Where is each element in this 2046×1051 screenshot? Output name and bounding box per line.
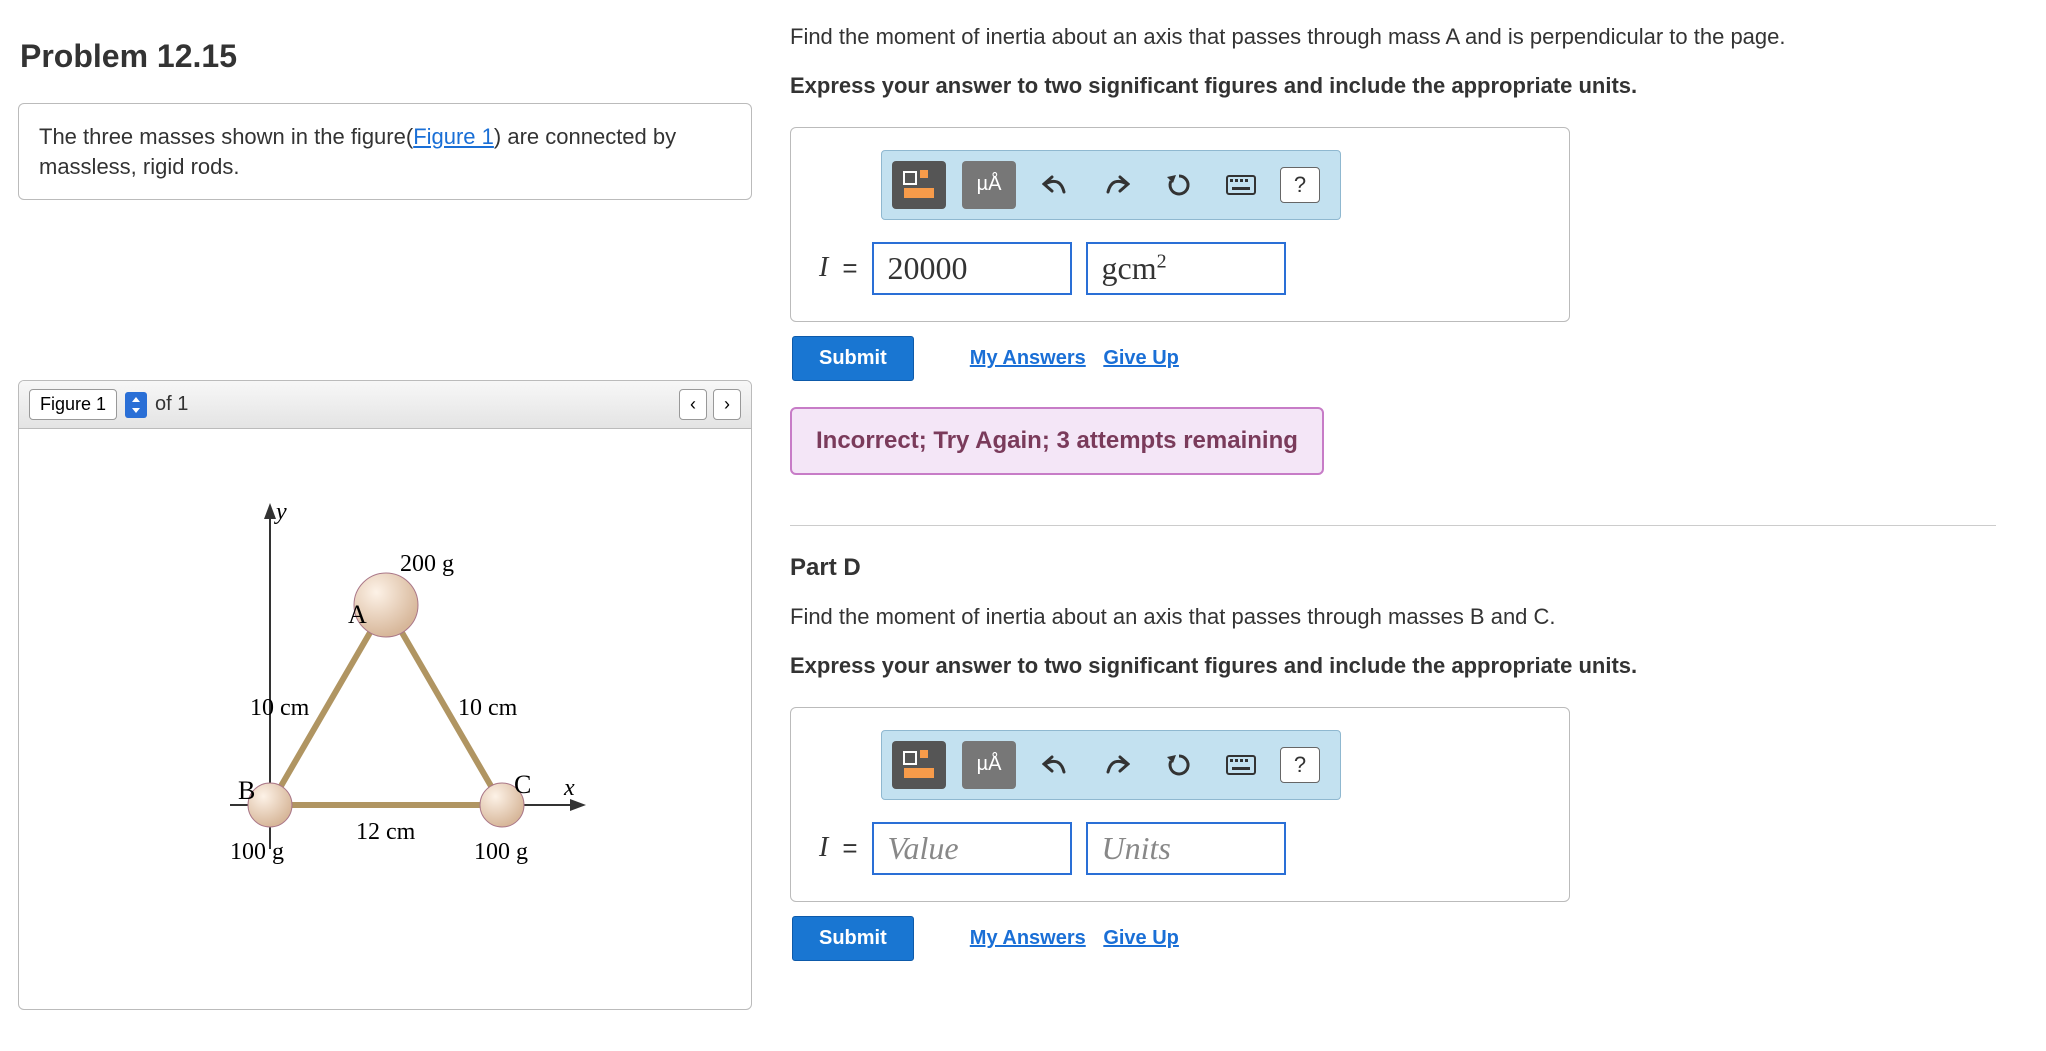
axis-x-label: x bbox=[563, 775, 575, 801]
label-lenAB: 10 cm bbox=[250, 695, 310, 721]
figure-next-button[interactable]: › bbox=[713, 389, 741, 420]
partC-answer-box: µÅ ? I = 20000 gcm2 bbox=[790, 127, 1570, 322]
figure-link[interactable]: Figure 1 bbox=[413, 124, 494, 149]
figure-header: Figure 1 of 1 ‹ › bbox=[19, 381, 751, 429]
equals-label: = bbox=[842, 253, 857, 284]
feedback-message: Incorrect; Try Again; 3 attempts remaini… bbox=[790, 407, 1324, 475]
units-picker-icon[interactable]: µÅ bbox=[962, 161, 1016, 209]
my-answers-link[interactable]: My Answers bbox=[970, 347, 1086, 369]
label-lenAC: 10 cm bbox=[458, 695, 518, 721]
figure-prev-button[interactable]: ‹ bbox=[679, 389, 707, 420]
partC-links: My Answers Give Up bbox=[964, 347, 1185, 370]
equals-label: = bbox=[842, 833, 857, 864]
partD-instruction: Express your answer to two significant f… bbox=[790, 653, 1996, 679]
redo-icon[interactable] bbox=[1094, 163, 1140, 207]
give-up-link[interactable]: Give Up bbox=[1103, 347, 1179, 369]
label-B: B bbox=[238, 776, 255, 805]
label-massC: 100 g bbox=[474, 839, 528, 865]
reset-icon[interactable] bbox=[1156, 163, 1202, 207]
intro-text-pre: The three masses shown in the figure( bbox=[39, 124, 413, 149]
units-input[interactable]: gcm2 bbox=[1086, 242, 1286, 295]
partD-links: My Answers Give Up bbox=[964, 927, 1185, 950]
partC-toolbar: µÅ ? bbox=[881, 150, 1341, 220]
partD-toolbar: µÅ ? bbox=[881, 730, 1341, 800]
submit-button[interactable]: Submit bbox=[792, 336, 914, 381]
figure-panel: Figure 1 of 1 ‹ › y x bbox=[18, 380, 752, 1010]
my-answers-link[interactable]: My Answers bbox=[970, 927, 1086, 949]
label-C: C bbox=[514, 770, 531, 799]
label-lenBC: 12 cm bbox=[356, 819, 416, 845]
template-icon[interactable] bbox=[892, 741, 946, 789]
value-input[interactable]: 20000 bbox=[872, 242, 1072, 295]
problem-intro: The three masses shown in the figure(Fig… bbox=[18, 103, 752, 200]
redo-icon[interactable] bbox=[1094, 743, 1140, 787]
help-button[interactable]: ? bbox=[1280, 167, 1320, 203]
template-icon[interactable] bbox=[892, 161, 946, 209]
partC-instruction: Express your answer to two significant f… bbox=[790, 73, 1996, 99]
problem-title: Problem 12.15 bbox=[10, 10, 760, 103]
figure-count-label: of 1 bbox=[155, 393, 188, 416]
label-A: A bbox=[348, 600, 367, 629]
axis-y-label: y bbox=[274, 499, 287, 525]
label-massB: 100 g bbox=[230, 839, 284, 865]
figure-select-button[interactable]: Figure 1 bbox=[29, 389, 117, 420]
submit-button[interactable]: Submit bbox=[792, 916, 914, 961]
give-up-link[interactable]: Give Up bbox=[1103, 927, 1179, 949]
units-picker-icon[interactable]: µÅ bbox=[962, 741, 1016, 789]
figure-diagram: y x A B C 200 g 100 g 100 g bbox=[170, 489, 600, 919]
figure-body: y x A B C 200 g 100 g 100 g bbox=[19, 429, 751, 1009]
partD-answer-box: µÅ ? I = Value Units bbox=[790, 707, 1570, 902]
figure-spinner-icon[interactable] bbox=[125, 392, 147, 418]
partC-question: Find the moment of inertia about an axis… bbox=[790, 22, 1996, 53]
undo-icon[interactable] bbox=[1032, 743, 1078, 787]
help-button[interactable]: ? bbox=[1280, 747, 1320, 783]
label-massA: 200 g bbox=[400, 551, 454, 577]
units-input[interactable]: Units bbox=[1086, 822, 1286, 875]
partD-question: Find the moment of inertia about an axis… bbox=[790, 602, 1996, 633]
value-input[interactable]: Value bbox=[872, 822, 1072, 875]
undo-icon[interactable] bbox=[1032, 163, 1078, 207]
variable-label: I bbox=[819, 252, 828, 284]
variable-label: I bbox=[819, 832, 828, 864]
keyboard-icon[interactable] bbox=[1218, 163, 1264, 207]
keyboard-icon[interactable] bbox=[1218, 743, 1264, 787]
partD-label: Part D bbox=[790, 554, 1996, 582]
reset-icon[interactable] bbox=[1156, 743, 1202, 787]
section-divider bbox=[790, 525, 1996, 526]
